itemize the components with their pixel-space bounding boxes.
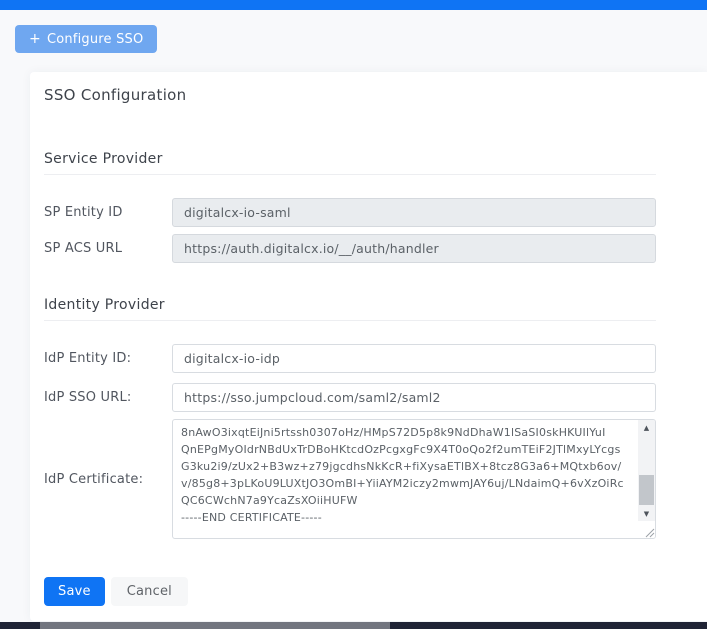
service-provider-heading: Service Provider: [44, 150, 656, 168]
identity-provider-heading: Identity Provider: [44, 296, 656, 314]
scrollbar-thumb[interactable]: [639, 475, 654, 505]
page-title: SSO Configuration: [44, 86, 656, 105]
idp-sso-url-input[interactable]: [172, 383, 656, 412]
idp-certificate-label: IdP Certificate:: [44, 472, 172, 487]
idp-certificate-row: IdP Certificate: 8nAwO3ixqtEiJni5rtssh03…: [44, 419, 656, 539]
idp-sso-url-row: IdP SSO URL:: [44, 383, 656, 412]
resize-grip-icon[interactable]: [638, 521, 655, 538]
sp-entity-id-label: SP Entity ID: [44, 205, 172, 220]
textarea-scrollbar[interactable]: ▲ ▼: [638, 420, 655, 521]
form-actions: Save Cancel: [44, 577, 656, 606]
scrollbar-track[interactable]: [638, 435, 655, 506]
sp-entity-id-input: [172, 198, 656, 227]
idp-certificate-field: 8nAwO3ixqtEiJni5rtssh0307oHz/HMpS72D5p8k…: [172, 419, 656, 539]
idp-entity-id-label: IdP Entity ID:: [44, 351, 172, 366]
configure-sso-button[interactable]: + Configure SSO: [15, 25, 157, 53]
idp-entity-id-row: IdP Entity ID:: [44, 344, 656, 373]
horizontal-scrollbar[interactable]: [0, 622, 707, 629]
sp-acs-url-row: SP ACS URL: [44, 234, 656, 263]
save-button[interactable]: Save: [44, 577, 105, 606]
sp-acs-url-label: SP ACS URL: [44, 241, 172, 256]
sso-configuration-card: SSO Configuration Service Provider SP En…: [30, 72, 707, 621]
idp-certificate-textarea[interactable]: 8nAwO3ixqtEiJni5rtssh0307oHz/HMpS72D5p8k…: [173, 420, 638, 538]
idp-sso-url-label: IdP SSO URL:: [44, 390, 172, 405]
section-divider: [44, 320, 656, 321]
sp-entity-id-row: SP Entity ID: [44, 198, 656, 227]
scroll-up-icon[interactable]: ▲: [638, 420, 655, 435]
cancel-button[interactable]: Cancel: [111, 577, 188, 606]
configure-sso-label: Configure SSO: [47, 32, 143, 47]
plus-icon: +: [29, 31, 41, 47]
sp-acs-url-input: [172, 234, 656, 263]
idp-entity-id-input[interactable]: [172, 344, 656, 373]
top-accent-bar: [0, 0, 707, 10]
scroll-down-icon[interactable]: ▼: [638, 506, 655, 521]
horizontal-scrollbar-thumb[interactable]: [40, 622, 390, 629]
section-divider: [44, 174, 656, 175]
